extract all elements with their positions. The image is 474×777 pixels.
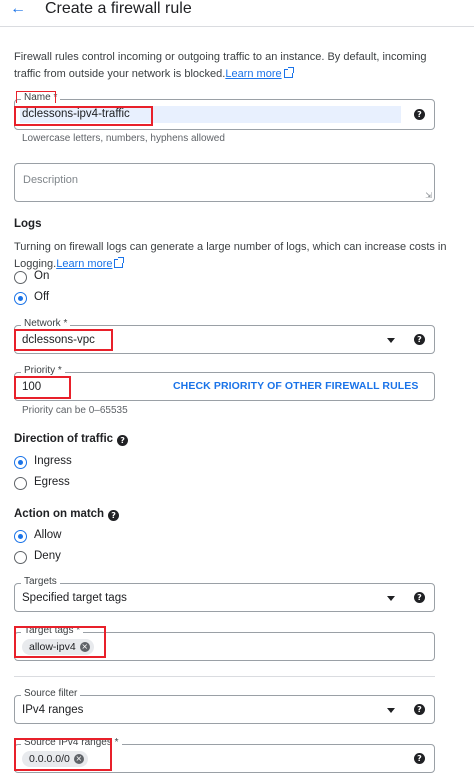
dropdown-arrow-icon[interactable]: [387, 708, 395, 713]
radio-ingress[interactable]: [14, 456, 27, 469]
help-icon[interactable]: ?: [414, 109, 425, 120]
radio-deny-label: Deny: [34, 550, 61, 562]
targets-field[interactable]: Targets Specified target tags ?: [14, 576, 435, 612]
radio-egress[interactable]: [14, 477, 27, 490]
radio-egress-label: Egress: [34, 476, 70, 488]
intro-text: Firewall rules control incoming or outgo…: [14, 49, 454, 83]
help-icon[interactable]: ?: [414, 592, 425, 603]
source-filter-field-label: Source filter: [21, 688, 81, 700]
help-icon[interactable]: ?: [108, 510, 120, 521]
dropdown-arrow-icon[interactable]: [387, 596, 395, 601]
priority-hint: Priority can be 0–65535: [22, 405, 128, 416]
source-filter-value[interactable]: IPv4 ranges: [22, 704, 83, 716]
help-icon[interactable]: ?: [414, 334, 425, 345]
external-link-icon: [114, 257, 125, 268]
section-divider: [14, 676, 435, 677]
highlight-box-target-tags: [14, 626, 106, 658]
highlight-box-network: [14, 329, 113, 351]
action-title-label: Action on match: [14, 508, 105, 520]
source-filter-field[interactable]: Source filter IPv4 ranges ?: [14, 688, 435, 724]
help-icon[interactable]: ?: [414, 704, 425, 715]
radio-off-label: Off: [34, 291, 50, 303]
direction-title: Direction of traffic?: [14, 433, 129, 446]
radio-on-label: On: [34, 270, 50, 282]
resize-handle-icon[interactable]: ⇲: [425, 191, 432, 200]
learn-more-link[interactable]: Learn more: [225, 68, 281, 80]
radio-allow-label: Allow: [34, 529, 62, 541]
dropdown-arrow-icon[interactable]: [387, 338, 395, 343]
radio-allow[interactable]: [14, 530, 27, 543]
targets-field-label: Targets: [21, 576, 60, 588]
help-icon[interactable]: ?: [117, 435, 129, 446]
page-title: Create a firewall rule: [45, 0, 192, 17]
name-hint: Lowercase letters, numbers, hyphens allo…: [22, 133, 225, 144]
logs-learn-more-link[interactable]: Learn more: [56, 258, 112, 270]
highlight-box-name: [14, 106, 153, 126]
radio-off[interactable]: [14, 292, 27, 305]
highlight-box-source-ranges: [14, 738, 112, 771]
logs-text: Turning on firewall logs can generate a …: [14, 239, 454, 273]
action-title: Action on match?: [14, 508, 120, 521]
description-placeholder: Description: [23, 174, 79, 186]
help-icon[interactable]: ?: [414, 753, 425, 764]
page-header: ← Create a firewall rule: [0, 0, 474, 26]
targets-value[interactable]: Specified target tags: [22, 592, 127, 604]
direction-title-label: Direction of traffic: [14, 433, 114, 445]
radio-on[interactable]: [14, 271, 27, 284]
description-field[interactable]: Description ⇲: [14, 163, 435, 202]
logs-title: Logs: [14, 218, 42, 230]
intro-description: Firewall rules control incoming or outgo…: [14, 51, 427, 80]
header-divider: [0, 26, 474, 27]
radio-deny[interactable]: [14, 551, 27, 564]
highlight-box-name-label: [16, 91, 56, 103]
check-priority-link[interactable]: CHECK PRIORITY OF OTHER FIREWALL RULES: [173, 380, 419, 392]
external-link-icon: [283, 67, 294, 78]
radio-ingress-label: Ingress: [34, 455, 72, 467]
highlight-box-priority: [14, 376, 71, 399]
arrow-back-icon[interactable]: ←: [10, 1, 26, 17]
